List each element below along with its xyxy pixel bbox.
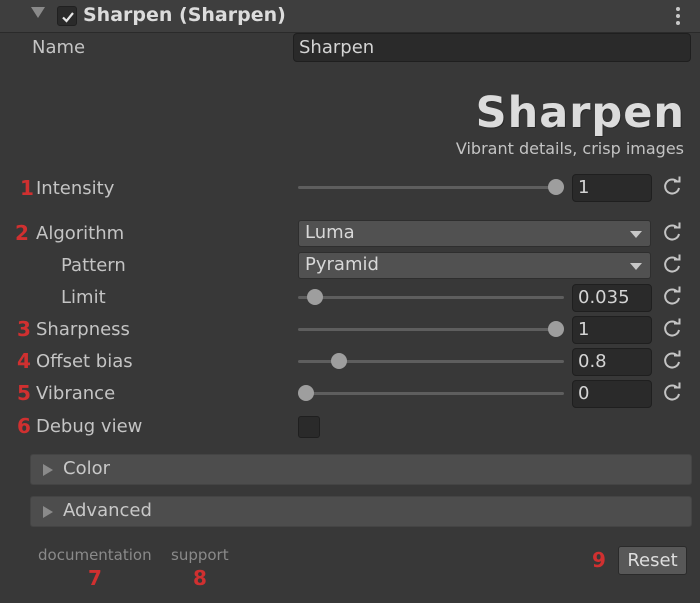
marker-7: 7 <box>88 566 102 590</box>
limit-slider-knob[interactable] <box>307 289 323 305</box>
offset-bias-slider-knob[interactable] <box>331 353 347 369</box>
marker-2: 2 <box>15 221 29 245</box>
pattern-reset-refresh-icon[interactable] <box>661 254 683 276</box>
documentation-link[interactable]: documentation <box>38 546 152 564</box>
name-input[interactable]: Sharpen <box>293 33 691 62</box>
marker-9: 9 <box>592 548 606 572</box>
sharpness-label: Sharpness <box>36 319 130 340</box>
checkmark-icon <box>62 12 74 23</box>
component-title: Sharpen (Sharpen) <box>83 4 286 26</box>
algorithm-dropdown[interactable]: Luma <box>298 220 651 247</box>
sharpness-reset-refresh-icon[interactable] <box>661 318 683 340</box>
sharpen-logo: Sharpen <box>475 88 685 138</box>
triangle-right-icon <box>43 506 53 518</box>
vibrance-label: Vibrance <box>36 383 116 404</box>
vibrance-field[interactable]: 0 <box>572 380 652 408</box>
caret-down-icon <box>630 231 642 238</box>
sharpness-slider-knob[interactable] <box>548 321 564 337</box>
offset-bias-field[interactable]: 0.8 <box>572 348 652 376</box>
intensity-slider-track[interactable] <box>298 186 556 189</box>
intensity-reset-refresh-icon[interactable] <box>661 176 683 198</box>
marker-6: 6 <box>17 414 31 438</box>
advanced-section-label: Advanced <box>63 500 152 521</box>
color-section-label: Color <box>63 458 110 479</box>
offset-bias-reset-refresh-icon[interactable] <box>661 350 683 372</box>
pattern-dropdown[interactable]: Pyramid <box>298 252 651 279</box>
enabled-checkbox[interactable] <box>57 6 77 26</box>
foldout-triangle-down-icon[interactable] <box>31 7 45 18</box>
vibrance-reset-refresh-icon[interactable] <box>661 382 683 404</box>
limit-label: Limit <box>61 287 106 308</box>
reset-button[interactable]: Reset <box>618 546 687 575</box>
algorithm-reset-refresh-icon[interactable] <box>661 222 683 244</box>
pattern-label: Pattern <box>61 255 126 276</box>
triangle-right-icon <box>43 464 53 476</box>
pattern-selected: Pyramid <box>305 254 379 275</box>
color-section-foldout[interactable]: Color <box>30 454 692 485</box>
vibrance-slider-knob[interactable] <box>298 385 314 401</box>
sharpness-field[interactable]: 1 <box>572 316 652 344</box>
offset-bias-label: Offset bias <box>36 351 133 372</box>
support-link[interactable]: support <box>171 546 229 564</box>
marker-5: 5 <box>17 381 31 405</box>
limit-field[interactable]: 0.035 <box>572 284 652 312</box>
intensity-field[interactable]: 1 <box>572 174 652 202</box>
intensity-label: Intensity <box>36 178 115 199</box>
marker-8: 8 <box>193 566 207 590</box>
vibrance-slider-track[interactable] <box>298 392 564 395</box>
sharpness-slider-track[interactable] <box>298 328 556 331</box>
debug-view-label: Debug view <box>36 416 143 437</box>
kebab-menu-icon[interactable] <box>674 7 682 27</box>
intensity-slider-knob[interactable] <box>548 179 564 195</box>
limit-reset-refresh-icon[interactable] <box>661 286 683 308</box>
marker-3: 3 <box>17 317 31 341</box>
name-label: Name <box>32 37 86 58</box>
marker-4: 4 <box>17 349 31 373</box>
caret-down-icon <box>630 263 642 270</box>
tagline: Vibrant details, crisp images <box>455 139 684 158</box>
algorithm-label: Algorithm <box>36 223 125 244</box>
marker-1: 1 <box>20 176 34 200</box>
limit-slider-track[interactable] <box>298 296 564 299</box>
algorithm-selected: Luma <box>305 222 355 243</box>
advanced-section-foldout[interactable]: Advanced <box>30 496 692 527</box>
debug-view-checkbox[interactable] <box>298 416 320 438</box>
